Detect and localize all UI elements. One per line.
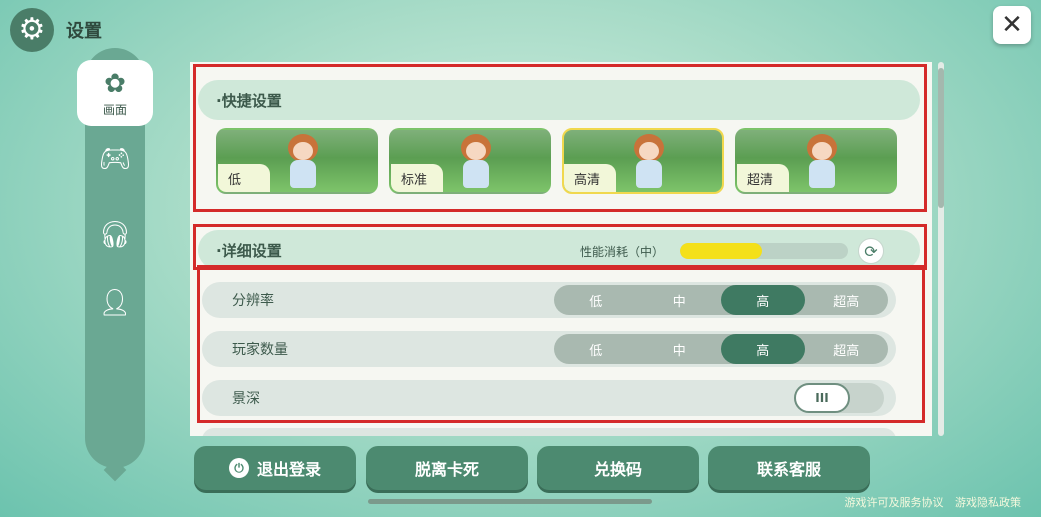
contact-support-button[interactable]: 联系客服: [708, 446, 870, 490]
setting-row-depth-of-field: 景深 III: [202, 380, 896, 416]
nav-item-display-label: 画面: [102, 102, 127, 117]
character-body: [636, 160, 662, 188]
user-chat-icon: 👤︎: [98, 288, 132, 318]
performance-bar: [680, 243, 848, 259]
character-face: [639, 142, 659, 160]
settings-gear-button: ⚙: [10, 8, 54, 52]
option-medium[interactable]: 中: [638, 334, 722, 364]
character-body: [809, 160, 835, 188]
logout-button[interactable]: ⏻ 退出登录: [194, 446, 356, 490]
display-icon: ✿: [104, 68, 126, 99]
privacy-link[interactable]: 游戏隐私政策: [955, 496, 1021, 509]
toggle-knob[interactable]: III: [794, 383, 850, 413]
support-label: 联系客服: [756, 460, 821, 479]
redeem-label: 兑换码: [593, 460, 642, 479]
preset-standard[interactable]: 标准: [389, 128, 551, 194]
nav-item-audio[interactable]: 🎧︎: [77, 202, 153, 268]
close-button[interactable]: ✕: [993, 6, 1031, 44]
gamepad-icon: 🎮︎: [98, 144, 132, 174]
preset-ultra[interactable]: 超清: [735, 128, 897, 194]
setting-row-partial: [202, 428, 896, 436]
preset-label: 高清: [564, 164, 616, 192]
headphones-icon: 🎧︎: [98, 220, 132, 250]
logout-label: 退出登录: [256, 460, 321, 479]
setting-label: 分辨率: [232, 293, 274, 309]
legal-links: 游戏许可及服务协议 游戏隐私政策: [837, 494, 1022, 510]
quick-settings-header: ·快捷设置: [198, 80, 920, 120]
option-low[interactable]: 低: [554, 334, 638, 364]
preset-label: 超清: [737, 164, 789, 192]
nav-bottom-ornament: [103, 458, 127, 482]
redeem-code-button[interactable]: 兑换码: [537, 446, 699, 490]
setting-row-player-count: 玩家数量 低 中 高 超高: [202, 331, 896, 367]
preset-hd[interactable]: 高清: [562, 128, 724, 194]
refresh-button[interactable]: ⟳: [858, 238, 884, 264]
nav-item-controls[interactable]: 🎮︎: [77, 126, 153, 192]
resolution-selector[interactable]: 低 中 高 超高: [554, 285, 888, 315]
player-count-selector[interactable]: 低 中 高 超高: [554, 334, 888, 364]
option-low[interactable]: 低: [554, 285, 638, 315]
gear-icon: ⚙: [18, 12, 46, 47]
character-body: [463, 160, 489, 188]
character-face: [812, 142, 832, 160]
option-medium[interactable]: 中: [638, 285, 722, 315]
depth-of-field-toggle[interactable]: III: [794, 383, 884, 413]
performance-label: 性能消耗（中）: [580, 245, 665, 259]
scrollbar[interactable]: [938, 62, 944, 436]
preset-label: 标准: [391, 164, 443, 192]
preset-label: 低: [218, 164, 270, 192]
option-ultra[interactable]: 超高: [805, 334, 889, 364]
scrollbar-thumb[interactable]: [938, 68, 944, 208]
setting-row-resolution: 分辨率 低 中 高 超高: [202, 282, 896, 318]
setting-label: 玩家数量: [232, 342, 288, 358]
character-face: [293, 142, 313, 160]
close-icon: ✕: [1001, 10, 1023, 40]
settings-panel[interactable]: ·快捷设置 低 标准 高清 超清 ·详细设置 性能消耗（中） ⟳ 分辨率 低 中: [190, 62, 932, 436]
home-indicator: [368, 499, 652, 504]
unstuck-label: 脱离卡死: [414, 460, 479, 479]
nav-item-social[interactable]: 👤︎: [77, 270, 153, 336]
option-high[interactable]: 高: [721, 334, 805, 364]
nav-item-display[interactable]: ✿ 画面: [77, 60, 153, 126]
character-face: [466, 142, 486, 160]
terms-link[interactable]: 游戏许可及服务协议: [845, 496, 944, 509]
setting-label: 景深: [232, 391, 260, 407]
performance-bar-fill: [680, 243, 763, 259]
character-body: [290, 160, 316, 188]
side-nav: ✿ 画面 🎮︎ 🎧︎ 👤︎: [77, 48, 153, 482]
unstuck-button[interactable]: 脱离卡死: [366, 446, 528, 490]
power-icon: ⏻: [228, 458, 249, 478]
option-high[interactable]: 高: [721, 285, 805, 315]
page-title: 设置: [66, 21, 102, 42]
preset-low[interactable]: 低: [216, 128, 378, 194]
option-ultra[interactable]: 超高: [805, 285, 889, 315]
refresh-icon: ⟳: [864, 241, 878, 261]
